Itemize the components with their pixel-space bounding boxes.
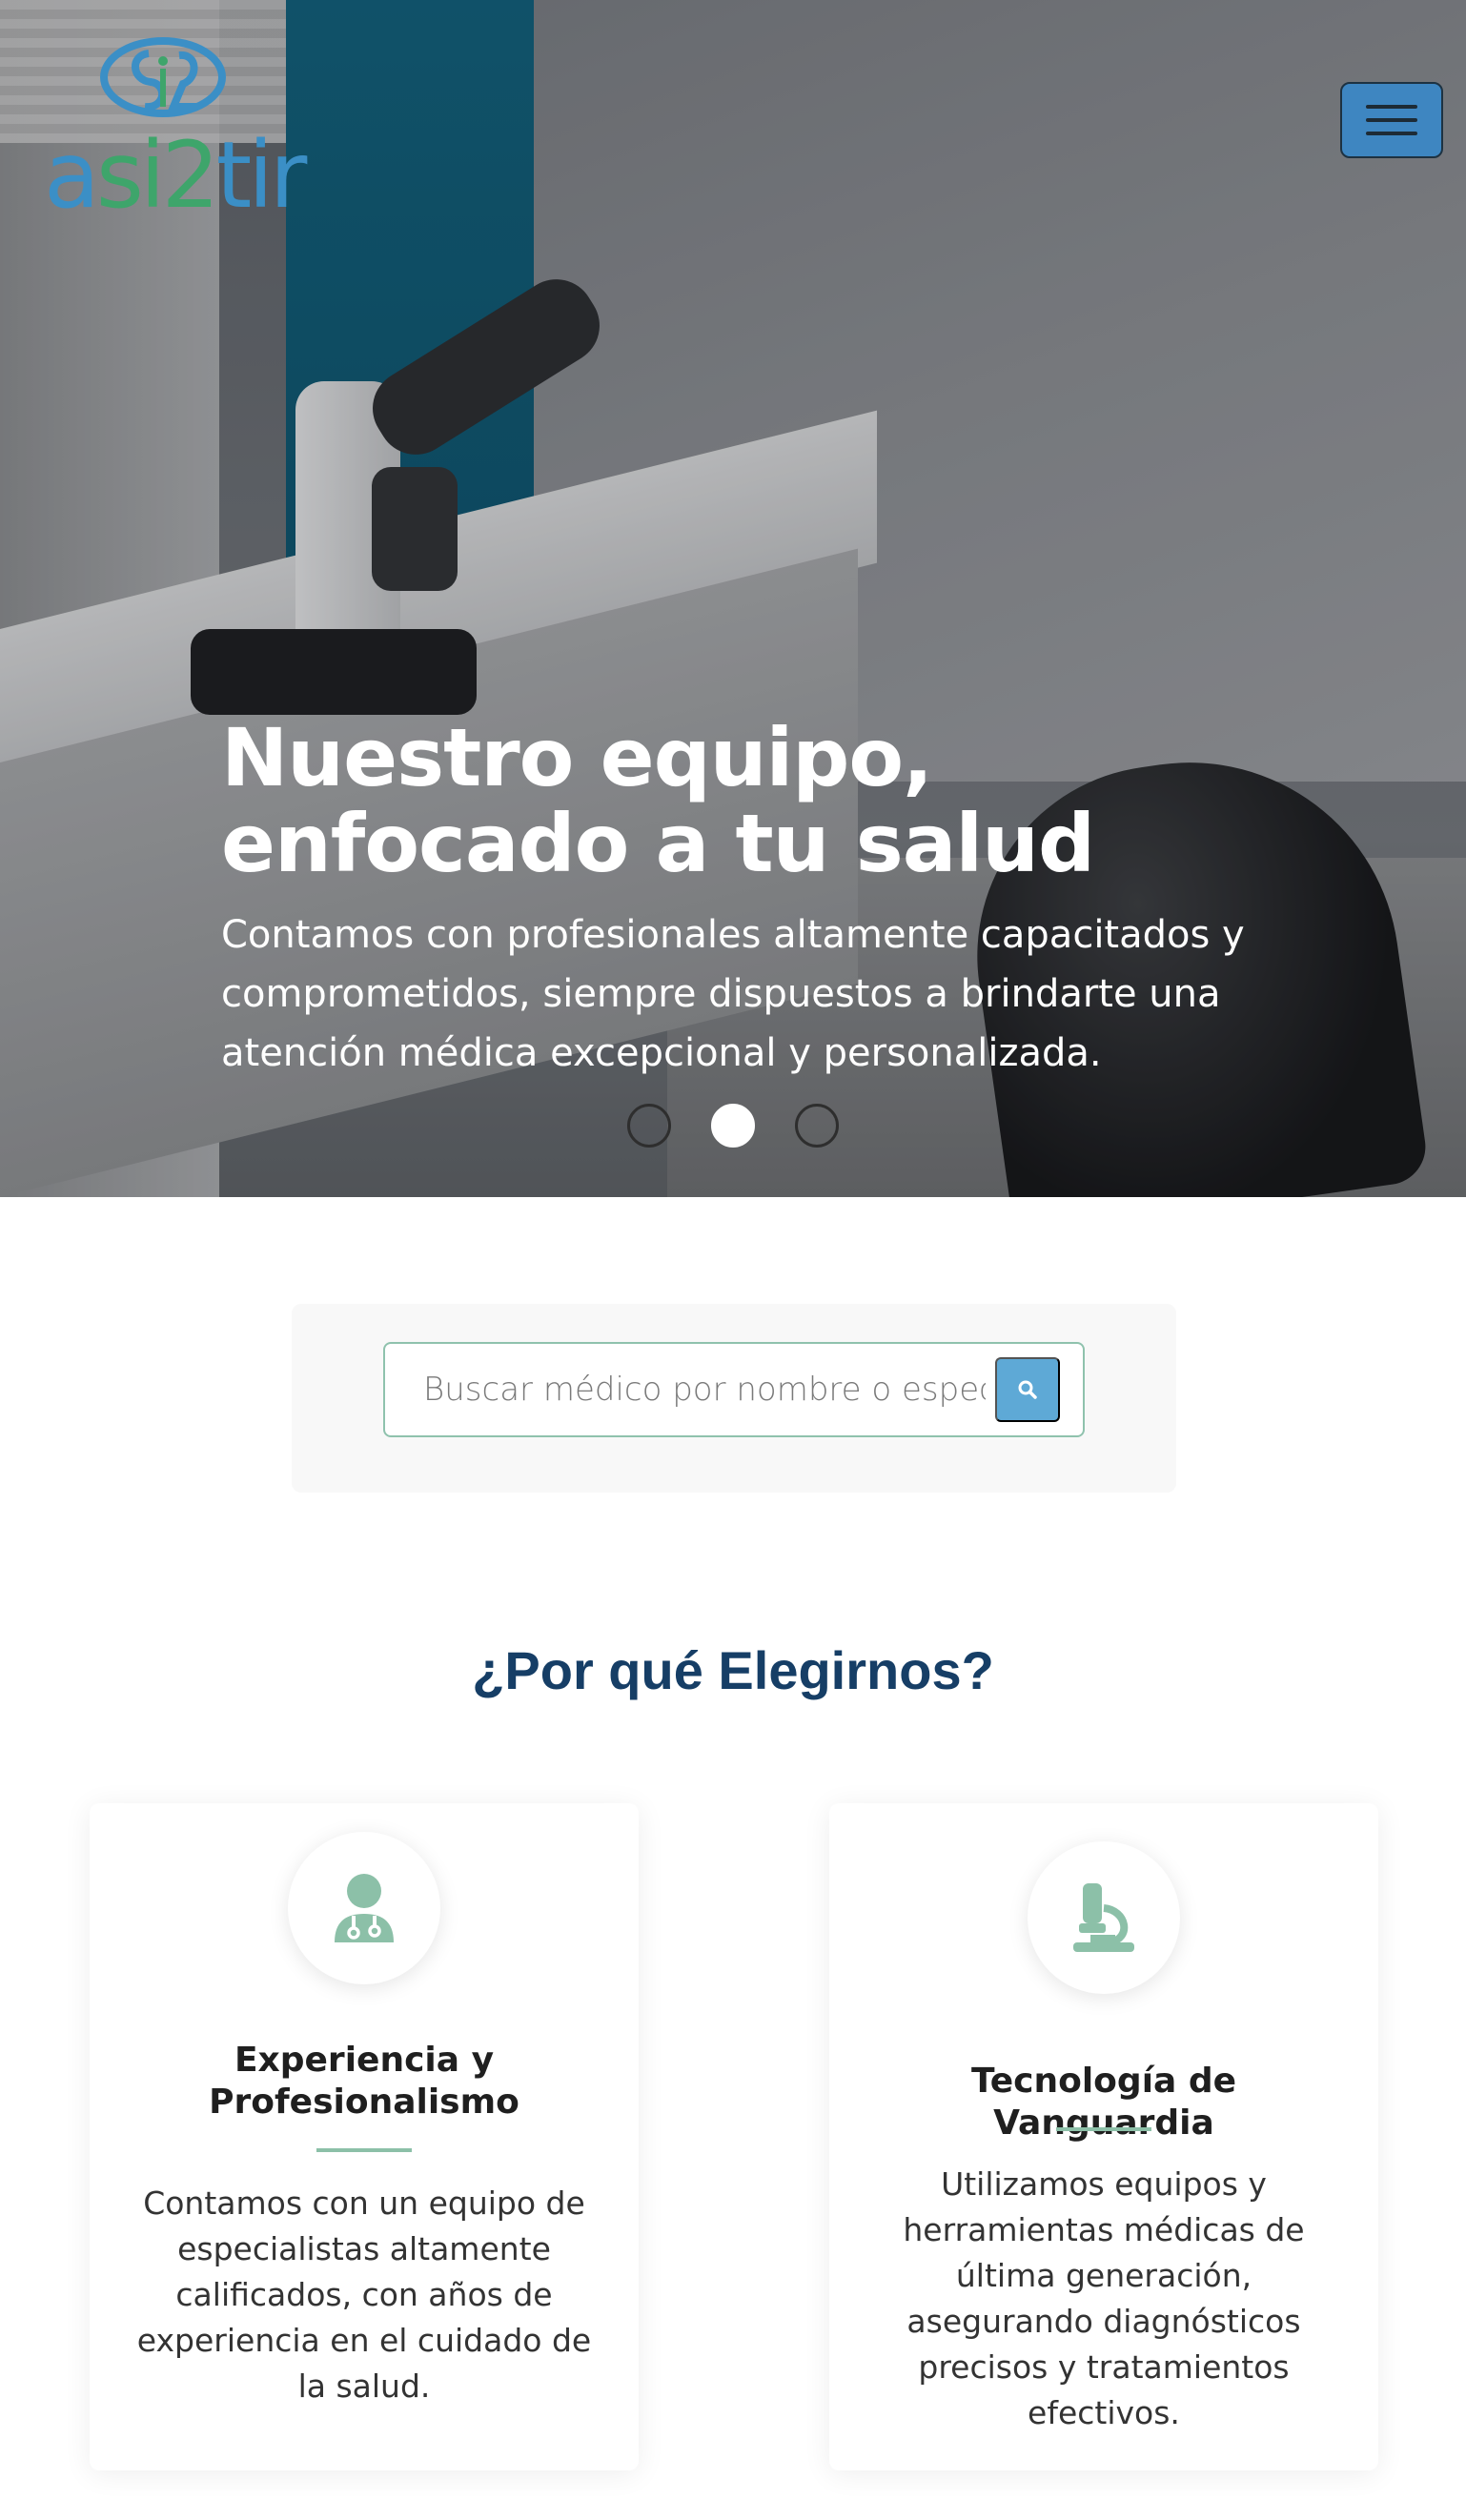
feature-title: Tecnología de Vanguardia (970, 2062, 1237, 2143)
logo-text-si2: si2 (95, 122, 220, 229)
feature-divider (316, 2148, 412, 2152)
feature-text: Utilizamos equipos y herramientas médica… (903, 2165, 1305, 2431)
microscope-icon (1073, 1883, 1134, 1952)
feature-title: Experiencia y Profesionalismo (209, 2041, 519, 2122)
hamburger-icon (1366, 118, 1417, 122)
search-box (383, 1342, 1085, 1437)
carousel-dot-3[interactable] (795, 1104, 839, 1148)
search-button[interactable] (995, 1357, 1060, 1422)
brand-logo[interactable]: asi2tir (44, 34, 307, 221)
hero-title: Nuestro equipo, enfocado a tu salud (221, 711, 1095, 890)
feature-icon-circle (288, 1832, 440, 1984)
hero-carousel: asi2tir Nuestro equipo, enfocado a tu sa… (0, 0, 1466, 1197)
search-icon (1018, 1380, 1037, 1399)
hero-caption: Nuestro equipo, enfocado a tu salud Cont… (221, 715, 1289, 1083)
section-title: ¿Por qué Elegirnos? (472, 1640, 994, 1700)
feature-card: Tecnología de Vanguardia Utilizamos equi… (829, 1803, 1378, 2470)
menu-button[interactable] (1340, 82, 1443, 158)
search-input[interactable] (385, 1344, 986, 1435)
doctor-icon (335, 1874, 394, 1942)
hamburger-icon (1366, 105, 1417, 109)
logo-wordmark: asi2tir (44, 130, 307, 221)
feature-divider (1056, 2127, 1151, 2131)
carousel-indicators (0, 1104, 1466, 1148)
carousel-dot-1[interactable] (627, 1104, 671, 1148)
logo-mark-icon (100, 37, 226, 117)
logo-text-a: a (44, 122, 100, 229)
feature-icon-circle (1028, 1841, 1180, 1994)
search-panel (292, 1304, 1176, 1493)
carousel-dot-2[interactable] (711, 1104, 755, 1148)
hamburger-icon (1366, 132, 1417, 135)
feature-card: Experiencia y Profesionalismo Contamos c… (90, 1803, 639, 2470)
hero-subtitle: Contamos con profesionales altamente cap… (221, 913, 1245, 1075)
feature-text: Contamos con un equipo de especialistas … (136, 2185, 592, 2405)
logo-text-tir: tir (215, 122, 308, 229)
